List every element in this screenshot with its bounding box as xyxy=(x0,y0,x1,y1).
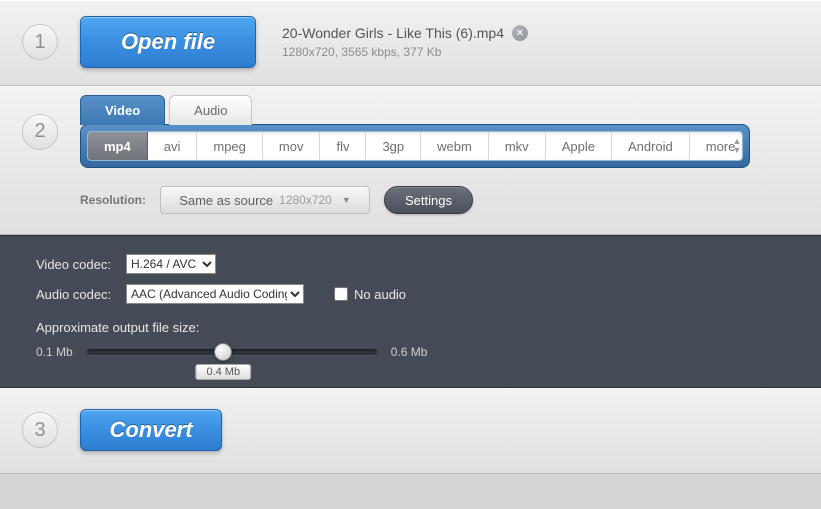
file-meta-label: 1280x720, 3565 kbps, 377 Kb xyxy=(282,45,528,59)
format-3gp[interactable]: 3gp xyxy=(366,132,421,160)
format-mp4[interactable]: mp4 xyxy=(88,132,148,160)
settings-button[interactable]: Settings xyxy=(384,186,473,214)
video-codec-select[interactable]: H.264 / AVC xyxy=(126,254,216,274)
remove-file-icon[interactable]: ✕ xyxy=(512,25,528,41)
format-android[interactable]: Android xyxy=(612,132,690,160)
video-codec-label: Video codec: xyxy=(36,257,114,272)
resolution-label: Resolution: xyxy=(80,193,146,207)
format-mpeg[interactable]: mpeg xyxy=(197,132,263,160)
chevron-down-icon: ▼ xyxy=(342,195,351,205)
tab-bar: Video Audio xyxy=(80,95,750,125)
step-badge-1: 1 xyxy=(22,24,58,60)
file-info: 20-Wonder Girls - Like This (6).mp4 ✕ 12… xyxy=(282,25,528,59)
step-badge-3: 3 xyxy=(22,412,58,448)
section-convert: 3 Convert xyxy=(0,388,821,474)
settings-panel: Video codec: H.264 / AVC Audio codec: AA… xyxy=(0,235,821,388)
slider-max-label: 0.6 Mb xyxy=(391,345,428,359)
format-apple[interactable]: Apple xyxy=(546,132,612,160)
size-slider[interactable]: 0.4 Mb xyxy=(87,349,377,355)
format-flv[interactable]: flv xyxy=(320,132,366,160)
format-mov[interactable]: mov xyxy=(263,132,321,160)
slider-min-label: 0.1 Mb xyxy=(36,345,73,359)
approx-size-label: Approximate output file size: xyxy=(36,320,785,335)
format-more[interactable]: more ▲▼ xyxy=(690,132,743,160)
section-format: 2 Video Audio mp4 avi mpeg mov flv 3gp w… xyxy=(0,86,821,235)
step-badge-2: 2 xyxy=(22,114,58,150)
format-bar: mp4 avi mpeg mov flv 3gp webm mkv Apple … xyxy=(80,124,750,168)
slider-thumb[interactable]: 0.4 Mb xyxy=(214,343,232,361)
no-audio-checkbox[interactable] xyxy=(334,287,348,301)
format-webm[interactable]: webm xyxy=(421,132,489,160)
open-file-button[interactable]: Open file xyxy=(80,16,256,68)
tab-audio[interactable]: Audio xyxy=(169,95,252,125)
convert-button[interactable]: Convert xyxy=(80,409,222,451)
file-name-label: 20-Wonder Girls - Like This (6).mp4 xyxy=(282,25,504,41)
format-avi[interactable]: avi xyxy=(148,132,198,160)
tab-video[interactable]: Video xyxy=(80,95,165,125)
slider-value-label: 0.4 Mb xyxy=(195,364,251,380)
audio-codec-label: Audio codec: xyxy=(36,287,114,302)
resolution-dropdown[interactable]: Same as source 1280x720 ▼ xyxy=(160,186,370,214)
no-audio-label: No audio xyxy=(354,287,406,302)
chevron-updown-icon: ▲▼ xyxy=(732,137,741,155)
section-open-file: 1 Open file 20-Wonder Girls - Like This … xyxy=(0,0,821,86)
format-mkv[interactable]: mkv xyxy=(489,132,546,160)
audio-codec-select[interactable]: AAC (Advanced Audio Coding) xyxy=(126,284,304,304)
